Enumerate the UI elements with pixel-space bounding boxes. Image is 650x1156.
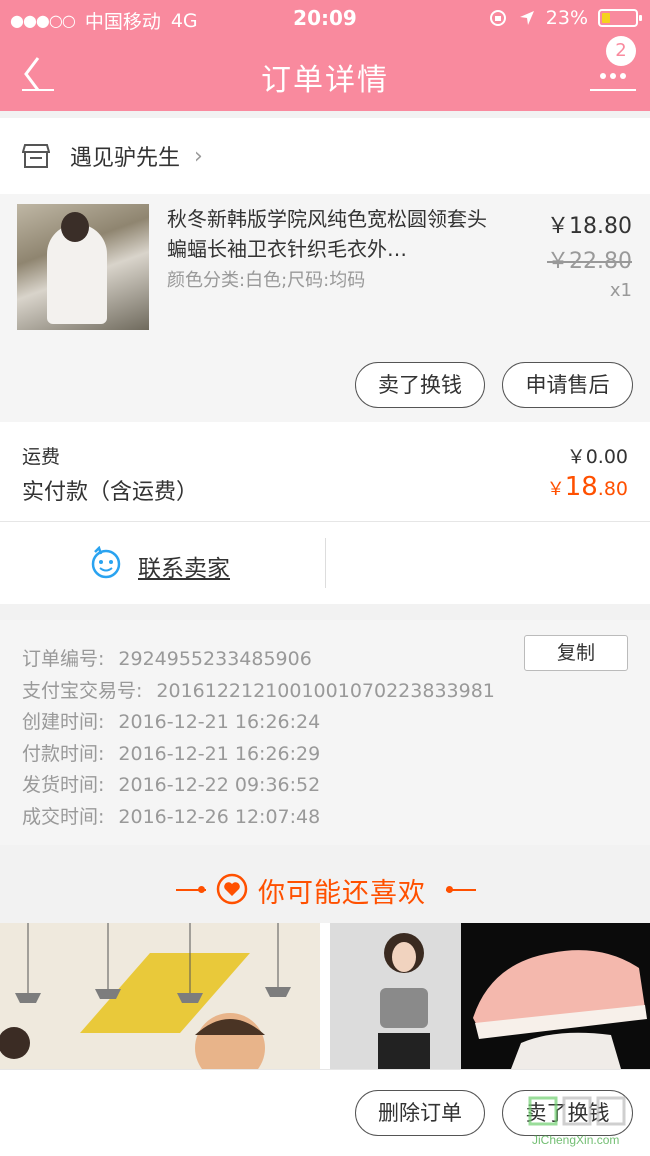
recommend-header: 你可能还喜欢	[0, 845, 650, 923]
after-sales-button[interactable]: 申请售后	[502, 362, 633, 408]
location-icon	[519, 11, 534, 25]
shipped-time-row: 发货时间: 2016-12-22 09:36:52	[22, 770, 320, 797]
product-title: 秋冬新韩版学院风纯色宽松圆领套头蝙蝠长袖卫衣针织毛衣外…	[167, 207, 487, 261]
info-label: 付款时间:	[22, 743, 105, 765]
paid-time-row: 付款时间: 2016-12-21 16:26:29	[22, 739, 320, 766]
chat-face-icon	[91, 546, 121, 579]
shipping-value: ￥0.00	[566, 446, 628, 468]
completed-time-row: 成交时间: 2016-12-26 12:07:48	[22, 802, 320, 829]
product-price: ￥18.80	[547, 214, 632, 239]
watermark-logo: JiChengXin.com	[528, 1096, 626, 1147]
product-quantity: x1	[609, 280, 632, 301]
paid-currency: ￥	[546, 479, 565, 500]
shipping-label: 运费	[22, 446, 61, 468]
message-count-badge: 2	[606, 36, 636, 66]
info-value: 2016122121001001070223833981	[156, 680, 495, 702]
order-info: 订单编号: 2924955233485906 支付宝交易号: 20161221210…	[0, 620, 650, 845]
product-item[interactable]: 秋冬新韩版学院风纯色宽松圆领套头蝙蝠长袖卫衣针织毛衣外… 颜色分类:白色;尺码:…	[0, 194, 650, 422]
info-value: 2016-12-22 09:36:52	[118, 774, 321, 796]
sell-for-cash-button[interactable]: 卖了换钱	[355, 362, 485, 408]
watermark-text: JiChengXin.com	[532, 1133, 619, 1147]
info-label: 成交时间:	[22, 806, 105, 828]
product-image[interactable]	[17, 204, 149, 330]
contact-section: 联系卖家	[0, 522, 650, 604]
rotation-lock-icon	[489, 10, 506, 26]
paid-integer: 18	[564, 472, 598, 502]
shop-name: 遇见驴先生	[70, 146, 181, 171]
info-label: 创建时间:	[22, 711, 105, 733]
status-bar: ●●●○○ 中国移动 4G 20:09 23%	[0, 0, 650, 38]
contact-seller-link[interactable]: 联系卖家	[138, 549, 230, 583]
info-label: 支付宝交易号:	[22, 680, 143, 702]
divider	[325, 538, 326, 588]
decor-dot	[198, 886, 205, 893]
info-value: 2016-12-26 12:07:48	[118, 806, 321, 828]
info-value: 2924955233485906	[118, 648, 312, 670]
shop-row[interactable]: 遇见驴先生 ›	[0, 118, 650, 194]
payment-summary: 运费 ￥0.00 实付款（含运费） ￥18.80	[0, 422, 650, 522]
delete-order-button[interactable]: 删除订单	[355, 1090, 485, 1136]
alipay-trade-row: 支付宝交易号: 2016122121001001070223833981	[22, 676, 495, 703]
recommend-images	[0, 923, 650, 1069]
info-value: 2016-12-21 16:26:24	[118, 711, 321, 733]
decor-line	[446, 889, 476, 891]
page-title: 订单详情	[261, 63, 389, 98]
info-label: 发货时间:	[22, 774, 105, 796]
recommend-item-image[interactable]	[461, 923, 650, 1069]
copy-button[interactable]: 复制	[524, 635, 628, 671]
chevron-right-icon: ›	[194, 143, 203, 169]
paid-amount: ￥18.80	[547, 472, 628, 502]
store-icon	[22, 144, 50, 168]
recommend-title: 你可能还喜欢	[258, 878, 426, 909]
paid-decimal: .80	[597, 478, 628, 500]
info-label: 订单编号:	[22, 648, 105, 670]
battery-icon	[598, 9, 642, 27]
info-value: 2016-12-21 16:26:29	[118, 743, 321, 765]
top-bar: ●●●○○ 中国移动 4G 20:09 23% 订单详情 2	[0, 0, 650, 111]
order-number-row: 订单编号: 2924955233485906	[22, 644, 312, 671]
recommend-item-image[interactable]	[330, 923, 461, 1069]
heart-icon	[216, 873, 248, 905]
product-original-price: ￥22.80	[547, 249, 632, 274]
paid-label: 实付款（含运费）	[22, 480, 199, 505]
battery-percent: 23%	[545, 7, 588, 29]
product-spec: 颜色分类:白色;尺码:均码	[167, 270, 366, 291]
created-time-row: 创建时间: 2016-12-21 16:26:24	[22, 707, 320, 734]
bottom-action-bar: 删除订单 卖了换钱 JiChengXin.com	[0, 1069, 650, 1156]
recommend-item-image[interactable]	[0, 923, 320, 1069]
